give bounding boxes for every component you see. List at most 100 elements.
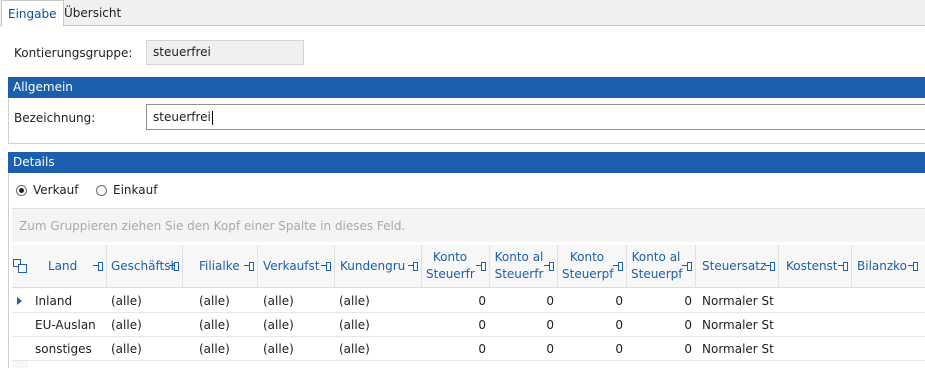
kontierungsgruppe-field[interactable]: steuerfrei — [146, 40, 304, 65]
table-row[interactable]: Inland (alle) (alle) (alle) (alle) 0 0 0… — [12, 289, 925, 313]
cell-konto-alt-steuerpflichtig[interactable]: 0 — [627, 337, 696, 361]
tab-uebersicht[interactable]: Übersicht — [58, 0, 127, 26]
cell-land[interactable]: Inland — [31, 289, 107, 313]
column-header-label: Bilanzko — [857, 259, 908, 273]
cell-konto-alt-steuerpflichtig[interactable]: 0 — [627, 313, 696, 337]
cell-konto-steuerfrei[interactable]: 0 — [422, 289, 490, 313]
column-header-kostenstelle[interactable]: Kostenst — [779, 245, 852, 288]
column-header-label-line1: Konto al — [631, 250, 681, 264]
cell-filialkennung[interactable]: (alle) — [195, 313, 258, 337]
cell-konto-alt-steuerfrei[interactable]: 0 — [490, 289, 558, 313]
cell-konto-steuerfrei[interactable]: 0 — [422, 313, 490, 337]
cell-konto-alt-steuerfrei[interactable]: 0 — [490, 313, 558, 337]
column-chooser[interactable] — [12, 245, 32, 288]
column-header-label-line1: Konto — [569, 250, 605, 264]
cell-filialkennung[interactable]: (alle) — [195, 289, 258, 313]
radio-einkauf[interactable]: Einkauf — [96, 182, 157, 198]
cell-konto-steuerpflichtig[interactable]: 0 — [558, 337, 627, 361]
column-header-label-line2: Steuerpf — [631, 267, 683, 281]
column-header-land[interactable]: Land — [32, 245, 107, 288]
column-header-label-line1: Konto al — [494, 250, 544, 264]
cell-kostenstelle[interactable] — [779, 289, 852, 313]
pin-icon[interactable] — [908, 261, 918, 271]
cell-verkaufsstelle[interactable]: (alle) — [259, 313, 335, 337]
tab-eingabe[interactable]: Eingabe — [1, 0, 64, 27]
pin-icon[interactable] — [613, 261, 623, 271]
column-header-label: Filialke — [199, 259, 240, 273]
column-header-label-line2: Steuerpf — [562, 267, 614, 281]
column-chooser-icon — [13, 259, 27, 273]
pin-icon[interactable] — [321, 261, 331, 271]
pin-icon[interactable] — [408, 261, 418, 271]
bezeichnung-input[interactable]: steuerfrei — [146, 104, 925, 130]
cell-steuersatz[interactable]: Normaler St — [698, 289, 779, 313]
cell-geschaeftsbereich[interactable]: (alle) — [107, 337, 183, 361]
pin-icon[interactable] — [93, 261, 103, 271]
tab-bar: Eingabe Übersicht — [0, 0, 925, 27]
cell-verkaufsstelle[interactable]: (alle) — [259, 337, 335, 361]
table-row[interactable]: sonstiges (alle) (alle) (alle) (alle) 0 … — [12, 337, 925, 361]
section-allgemein-header: Allgemein — [8, 77, 925, 98]
cell-steuersatz[interactable]: Normaler St — [698, 337, 779, 361]
column-header-konto-alt-steuerpflichtig[interactable]: Konto al Steuerpf — [627, 245, 696, 288]
cell-land[interactable]: sonstiges — [31, 337, 107, 361]
kontierungsgruppe-label: Kontierungsgruppe: — [14, 46, 133, 60]
column-header-kundengruppe[interactable]: Kundengru — [335, 245, 422, 288]
column-header-label: Kostenst — [786, 259, 838, 273]
current-row-indicator-icon — [12, 289, 28, 313]
column-header-verkaufsstelle[interactable]: Verkaufst — [258, 245, 335, 288]
pin-icon[interactable] — [244, 261, 254, 271]
bezeichnung-label: Bezeichnung: — [14, 111, 96, 125]
cell-konto-steuerpflichtig[interactable]: 0 — [558, 313, 627, 337]
radio-verkauf-label: Verkauf — [33, 183, 79, 197]
pin-icon[interactable] — [765, 261, 775, 271]
cell-kundengruppe[interactable]: (alle) — [335, 337, 422, 361]
cell-steuersatz[interactable]: Normaler St — [698, 313, 779, 337]
column-header-steuersatz[interactable]: Steuersatz — [696, 245, 779, 288]
column-header-label-line2: Steuerfr — [426, 267, 475, 281]
column-header-bilanzkonto[interactable]: Bilanzko — [852, 245, 925, 288]
cell-konto-steuerpflichtig[interactable]: 0 — [558, 289, 627, 313]
cell-bilanzkonto[interactable] — [852, 289, 925, 313]
bezeichnung-value: steuerfrei — [153, 110, 211, 124]
section-details-header: Details — [8, 152, 925, 173]
radio-selected-icon — [16, 184, 27, 196]
cell-bilanzkonto[interactable] — [852, 313, 925, 337]
column-header-geschaeftsbereich[interactable]: Geschäftsb — [107, 245, 183, 288]
column-header-label: Kundengru — [340, 259, 406, 273]
column-header-konto-alt-steuerfrei[interactable]: Konto al Steuerfr — [490, 245, 558, 288]
cell-geschaeftsbereich[interactable]: (alle) — [107, 313, 183, 337]
pin-icon[interactable] — [838, 261, 848, 271]
cell-geschaeftsbereich[interactable]: (alle) — [107, 289, 183, 313]
column-header-konto-steuerpflichtig[interactable]: Konto Steuerpf — [558, 245, 627, 288]
cell-bilanzkonto[interactable] — [852, 337, 925, 361]
group-by-panel[interactable]: Zum Gruppieren ziehen Sie den Kopf einer… — [12, 208, 925, 242]
cell-kostenstelle[interactable] — [779, 313, 852, 337]
column-header-label: Steuersatz — [702, 259, 767, 273]
column-header-filialkennung[interactable]: Filialke — [183, 245, 258, 288]
radio-verkauf[interactable]: Verkauf — [16, 182, 79, 198]
row-indicator — [12, 313, 28, 337]
column-header-konto-steuerfrei[interactable]: Konto Steuerfr — [422, 245, 490, 288]
column-header-label: Verkaufst — [263, 259, 320, 273]
pin-icon[interactable] — [544, 261, 554, 271]
text-caret — [211, 110, 213, 125]
pin-icon[interactable] — [682, 261, 692, 271]
cell-filialkennung[interactable]: (alle) — [195, 337, 258, 361]
cell-konto-alt-steuerpflichtig[interactable]: 0 — [627, 289, 696, 313]
cell-kundengruppe[interactable]: (alle) — [335, 313, 422, 337]
cell-kundengruppe[interactable]: (alle) — [335, 289, 422, 313]
cell-kostenstelle[interactable] — [779, 337, 852, 361]
pin-icon[interactable] — [169, 261, 179, 271]
cell-land[interactable]: EU-Auslan — [31, 313, 107, 337]
table-row[interactable]: EU-Auslan (alle) (alle) (alle) (alle) 0 … — [12, 313, 925, 337]
cell-konto-alt-steuerfrei[interactable]: 0 — [490, 337, 558, 361]
group-by-hint: Zum Gruppieren ziehen Sie den Kopf einer… — [19, 219, 406, 233]
column-header-label-line1: Konto — [432, 250, 468, 264]
radio-unselected-icon — [96, 184, 107, 196]
cell-verkaufsstelle[interactable]: (alle) — [259, 289, 335, 313]
column-header-label-line2: Steuerfr — [494, 267, 544, 281]
column-header-label: Land — [48, 259, 78, 273]
pin-icon[interactable] — [476, 261, 486, 271]
cell-konto-steuerfrei[interactable]: 0 — [422, 337, 490, 361]
